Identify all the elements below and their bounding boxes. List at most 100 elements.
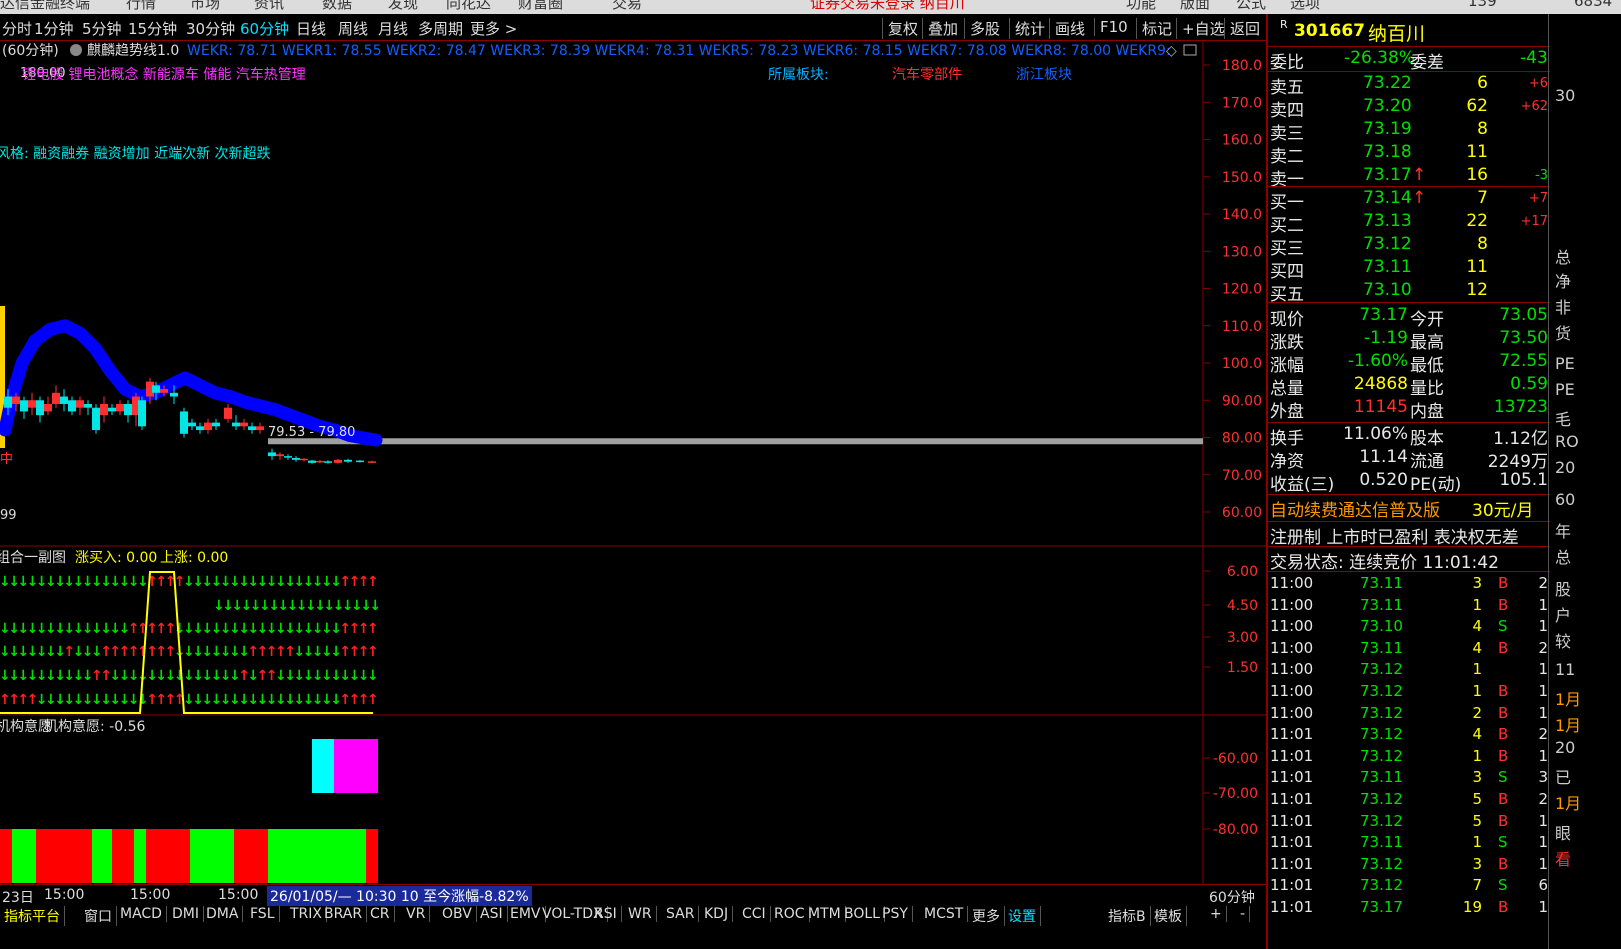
tick-row[interactable]: 11:00 73.12 2 B 1	[1268, 704, 1550, 725]
top-menu-item[interactable]: 市场	[190, 0, 220, 13]
tick-row[interactable]: 11:00 73.11 3 B 2	[1268, 574, 1550, 595]
top-menu-item[interactable]: 财富圈	[518, 0, 563, 13]
book-price: 73.22	[1363, 73, 1412, 93]
book-row[interactable]: 卖四 73.20 62 +62	[1268, 96, 1550, 121]
top-menu-item[interactable]: 数据	[322, 0, 352, 13]
indicator-tab[interactable]: MCST	[920, 906, 969, 922]
tick-row[interactable]: 11:00 73.11 1 B 1	[1268, 596, 1550, 617]
tick-row[interactable]: 11:01 73.12 5 B 2	[1268, 790, 1550, 811]
indicator-tab[interactable]: -	[1236, 906, 1251, 922]
indicator-tab[interactable]: 模板	[1150, 906, 1187, 926]
kline-chart[interactable]: 180.0 170.0 160.0 150.0 140.0 130.0 120.0 110.0…	[0, 41, 1266, 885]
toolbar-button[interactable]: 返回	[1224, 18, 1260, 39]
indicator-tab[interactable]: ASI	[476, 906, 508, 922]
indicator-tab[interactable]: WR	[624, 906, 657, 922]
indicator-tab[interactable]: 指标B	[1104, 906, 1151, 926]
book-row[interactable]: 买二 73.13 22 +17	[1268, 211, 1550, 236]
time-label-day: 23日	[2, 890, 34, 906]
top-menu-item[interactable]: 交易	[612, 0, 642, 13]
period-button[interactable]: 5分钟	[82, 18, 122, 39]
period-button[interactable]: 月线	[378, 18, 408, 39]
book-row[interactable]: 买一 73.14 ↑ 7 +7	[1268, 188, 1550, 213]
indicator-tab[interactable]: 指标平台	[0, 906, 65, 926]
period-button[interactable]: 15分钟	[128, 18, 177, 39]
indicator-tab[interactable]: BRAR	[320, 906, 368, 922]
indicator-tab[interactable]: DMA	[202, 906, 244, 922]
period-button[interactable]: 多周期	[418, 18, 463, 39]
candle-body	[276, 454, 284, 457]
top-menu-item[interactable]: 公式	[1236, 0, 1266, 13]
period-button[interactable]: 更多 >	[470, 18, 517, 39]
tick-row[interactable]: 11:00 73.10 4 S 1	[1268, 617, 1550, 638]
indicator-tab[interactable]: 设置	[1004, 906, 1041, 926]
top-menu-item[interactable]: 选项	[1290, 0, 1320, 13]
period-button[interactable]: 60分钟	[240, 18, 289, 39]
top-menu-item[interactable]: 证券交易未登录 纳百川	[810, 0, 965, 13]
promo-row[interactable]: 自动续费通达信普及版 30元/月	[1268, 496, 1550, 521]
tick-row[interactable]: 11:01 73.12 1 B 1	[1268, 747, 1550, 768]
indicator-tab[interactable]: FSL	[246, 906, 280, 922]
top-menu-item[interactable]: 功能	[1126, 0, 1156, 13]
indicator-tab[interactable]: DMI	[168, 906, 204, 922]
tick-volume: 1	[1472, 595, 1482, 614]
top-menu-item[interactable]: 发现	[388, 0, 418, 13]
book-row[interactable]: 买三 73.12 8	[1268, 234, 1550, 259]
indicator-tab[interactable]: 窗口	[80, 906, 117, 926]
toolbar-button[interactable]: 标记	[1136, 18, 1172, 39]
period-button[interactable]: 分时	[2, 18, 32, 39]
indicator-tab[interactable]: RSI	[590, 906, 622, 922]
top-menu-item[interactable]: 行情	[126, 0, 156, 13]
tick-row[interactable]: 11:01 73.17 19 B 1	[1268, 898, 1550, 919]
indicator-tab[interactable]: CCI	[738, 906, 771, 922]
tick-row[interactable]: 11:00 73.12 1 1	[1268, 660, 1550, 681]
period-button[interactable]: 日线	[296, 18, 326, 39]
stat-value: 0.59	[1510, 374, 1548, 394]
top-menu-item[interactable]: 版面	[1180, 0, 1210, 13]
indicator-tab[interactable]: SAR	[662, 906, 700, 922]
stat-value: 72.55	[1499, 351, 1548, 371]
period-button[interactable]: 1分钟	[34, 18, 74, 39]
candle-body	[268, 452, 276, 457]
indicator-tab[interactable]: PSY	[878, 906, 913, 922]
tick-row[interactable]: 11:00 73.11 4 B 2	[1268, 639, 1550, 660]
side-info-text: 1月	[1555, 794, 1582, 813]
tick-row[interactable]: 11:01 73.12 7 S 6	[1268, 876, 1550, 897]
y-tick-label: -60.00	[1213, 751, 1258, 767]
book-row[interactable]: 卖五 73.22 6 +6	[1268, 73, 1550, 98]
tick-row[interactable]: 11:01 73.11 1 S 1	[1268, 833, 1550, 854]
top-menu-item[interactable]: 达信金融终端	[0, 0, 90, 13]
chart-area[interactable]: 180.0 170.0 160.0 150.0 140.0 130.0 120.0 110.0…	[0, 41, 1266, 885]
tick-row[interactable]: 11:01 73.12 5 B 1	[1268, 812, 1550, 833]
top-menu-item[interactable]: 同花达	[446, 0, 491, 13]
top-menu-item[interactable]: 资讯	[254, 0, 284, 13]
period-button[interactable]: 30分钟	[186, 18, 235, 39]
side-info-text: 货	[1555, 324, 1572, 343]
indicator-tab[interactable]: 更多	[968, 906, 1005, 926]
indicator-tab[interactable]: +	[1206, 906, 1227, 922]
tick-row[interactable]: 11:01 73.12 3 B 1	[1268, 855, 1550, 876]
indicator-tab[interactable]: OBV	[438, 906, 477, 922]
indicator-tab[interactable]: KDJ	[700, 906, 734, 922]
stock-code: 301667	[1294, 21, 1365, 41]
toolbar-button[interactable]: 多股	[964, 18, 1000, 39]
toolbar-button[interactable]: 画线	[1049, 18, 1085, 39]
tick-row[interactable]: 11:01 73.11 3 S 3	[1268, 768, 1550, 789]
book-row[interactable]: 卖三 73.19 8	[1268, 119, 1550, 144]
toolbar-button[interactable]: 叠加	[922, 18, 958, 39]
toolbar-button[interactable]: F10	[1094, 18, 1128, 36]
tick-row[interactable]: 11:00 73.12 1 B 1	[1268, 682, 1550, 703]
toolbar-button[interactable]: 统计	[1009, 18, 1045, 39]
book-row[interactable]: 卖二 73.18 11	[1268, 142, 1550, 167]
toolbar-button[interactable]: +自选	[1176, 18, 1225, 39]
tick-row[interactable]: 11:01 73.12 4 B 2	[1268, 725, 1550, 746]
period-button[interactable]: 周线	[338, 18, 368, 39]
top-menu-item[interactable]: 6834	[1574, 0, 1612, 10]
book-row[interactable]: 买四 73.11 11	[1268, 257, 1550, 282]
indicator-tab[interactable]: VR	[402, 906, 431, 922]
book-row[interactable]: 卖一 73.17 ↑ 16 -3	[1268, 165, 1550, 190]
indicator-tab[interactable]: MACD	[116, 906, 167, 922]
top-menu-item[interactable]: 139	[1468, 0, 1497, 10]
toolbar-button[interactable]: 复权	[882, 18, 918, 39]
indicator-tab[interactable]: CR	[366, 906, 395, 922]
book-row[interactable]: 买五 73.10 12	[1268, 280, 1550, 305]
